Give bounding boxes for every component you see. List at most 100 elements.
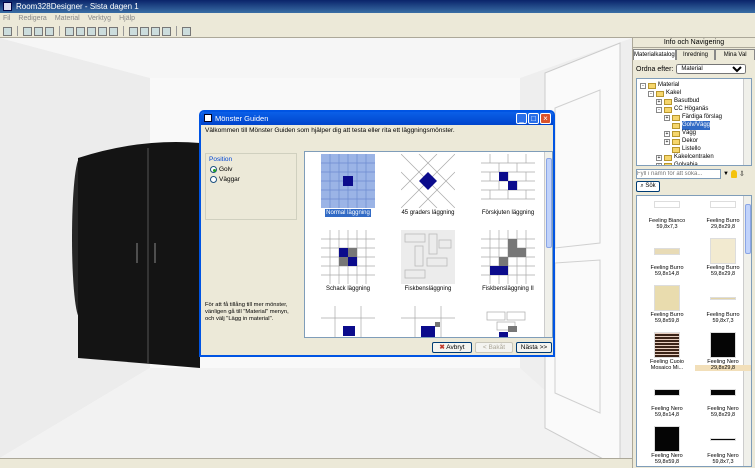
help-icon[interactable] bbox=[182, 26, 191, 36]
material-thumbnail bbox=[710, 200, 736, 208]
material-tree[interactable]: - Material - Kakel + Basutbud - CC Höganäs + Färd… bbox=[636, 78, 752, 166]
tool-icon[interactable] bbox=[34, 26, 43, 36]
toolbar bbox=[0, 25, 755, 38]
tool-icon[interactable] bbox=[45, 26, 54, 36]
back-button[interactable]: < Bakåt bbox=[475, 342, 513, 353]
expand-icon[interactable]: + bbox=[664, 114, 670, 121]
search-button[interactable]: ⌕ Sök bbox=[636, 181, 660, 192]
folder-icon bbox=[648, 82, 656, 89]
material-item[interactable]: Feeling Burro 59,8x29,8 bbox=[695, 235, 751, 283]
tool-icon[interactable] bbox=[162, 26, 171, 36]
expand-icon[interactable]: + bbox=[664, 130, 670, 137]
patterns-scroll-thumb[interactable] bbox=[546, 158, 552, 248]
cancel-x-icon: ✖ bbox=[439, 344, 445, 351]
maximize-icon[interactable]: □ bbox=[528, 113, 539, 124]
material-size: 59,8x29,8 bbox=[710, 412, 736, 418]
sort-row: Ordna efter: Material bbox=[633, 62, 755, 76]
tool-icon[interactable] bbox=[151, 26, 160, 36]
pattern-normal[interactable]: Normal läggning bbox=[313, 154, 383, 217]
menu-file[interactable]: Fil bbox=[3, 13, 10, 25]
menu-edit[interactable]: Redigera bbox=[18, 13, 46, 25]
pattern-herringbone[interactable]: Fiskbensläggning bbox=[393, 230, 463, 293]
save-icon[interactable] bbox=[3, 26, 12, 36]
material-thumbnail bbox=[654, 247, 680, 255]
pattern-45-degree[interactable]: 45 graders läggning bbox=[393, 154, 463, 217]
radio-walls[interactable]: Väggar bbox=[210, 176, 240, 183]
material-item[interactable]: Feeling Nero 59,8x14,8 bbox=[639, 376, 695, 424]
material-size: 59,8x7,3 bbox=[712, 318, 734, 324]
pattern-8[interactable] bbox=[393, 306, 463, 337]
material-thumbnail bbox=[654, 332, 680, 358]
pattern-checker-preview bbox=[321, 230, 375, 284]
material-item[interactable]: Feeling Nero 59,8x7,3 bbox=[695, 423, 751, 466]
collapse-icon[interactable]: - bbox=[640, 82, 646, 89]
material-item[interactable]: Feeling Nero 59,8x59,8 bbox=[639, 423, 695, 466]
material-size: 59,8x59,8 bbox=[654, 318, 680, 324]
arrow-icon[interactable]: ⇩ bbox=[739, 170, 745, 178]
material-item[interactable]: Feeling Nero 29,8x29,8 bbox=[695, 329, 751, 377]
material-item[interactable]: Feeling Nero 59,8x29,8 bbox=[695, 376, 751, 424]
tab-my-choices[interactable]: Mina Val bbox=[715, 49, 755, 60]
pattern-7[interactable] bbox=[313, 306, 383, 337]
pattern-herringbone-preview bbox=[401, 230, 455, 284]
tree-scrollbar[interactable] bbox=[743, 79, 751, 165]
tree-item[interactable]: + Golvabia bbox=[656, 161, 698, 165]
cancel-button[interactable]: ✖ Avbryt bbox=[432, 342, 472, 353]
search-dropdown-icon[interactable]: ▼ bbox=[723, 171, 729, 177]
tool-icon[interactable] bbox=[23, 26, 32, 36]
menu-material[interactable]: Material bbox=[55, 13, 80, 25]
tool-icon[interactable] bbox=[129, 26, 138, 36]
pattern-9[interactable] bbox=[473, 306, 543, 337]
expand-icon[interactable]: + bbox=[656, 98, 662, 105]
expand-icon[interactable]: + bbox=[656, 162, 662, 165]
radio-walls-button[interactable] bbox=[210, 176, 217, 183]
search-row: ▼ ⇩ bbox=[636, 169, 752, 179]
expand-icon[interactable]: + bbox=[656, 154, 662, 161]
pattern-offset[interactable]: Förskjuten läggning bbox=[473, 154, 543, 217]
patterns-scrollbar[interactable] bbox=[544, 152, 552, 337]
close-icon[interactable]: × bbox=[540, 113, 551, 124]
next-button[interactable]: Nästa >> bbox=[516, 342, 552, 353]
tool-icon[interactable] bbox=[109, 26, 118, 36]
material-item[interactable]: Feeling Burro 59,8x14,8 bbox=[639, 235, 695, 283]
tab-furnishing[interactable]: Inredning bbox=[675, 49, 716, 60]
search-button-row: ⌕ Sök bbox=[636, 181, 752, 193]
sort-select[interactable]: Material bbox=[676, 64, 747, 74]
menu-tools[interactable]: Verktyg bbox=[88, 13, 111, 25]
lightbulb-icon[interactable] bbox=[730, 170, 737, 178]
collapse-icon[interactable]: - bbox=[648, 90, 654, 97]
material-item[interactable]: Feeling Cuoio Mosaico Mi... bbox=[639, 329, 695, 377]
folder-icon bbox=[664, 154, 672, 161]
tool-icon[interactable] bbox=[65, 26, 74, 36]
dialog-hint: För att få tillång till mer mönster, vän… bbox=[205, 302, 289, 322]
tool-icon[interactable] bbox=[87, 26, 96, 36]
material-size: 59,8x14,8 bbox=[654, 271, 680, 277]
pattern-label: Schack läggning bbox=[325, 286, 371, 292]
material-item[interactable]: Feeling Burro 59,8x7,3 bbox=[695, 282, 751, 330]
app-title: Room328Designer - Sista dagen 1 bbox=[16, 2, 139, 11]
material-size: 29,8x29,8 bbox=[695, 365, 751, 371]
material-item[interactable]: Feeling Burro 29,8x29,8 bbox=[695, 196, 751, 236]
minimize-icon[interactable]: _ bbox=[516, 113, 527, 124]
radio-floor[interactable]: Golv bbox=[210, 166, 232, 173]
search-input[interactable] bbox=[636, 169, 721, 179]
collapse-icon[interactable]: - bbox=[656, 106, 662, 113]
pattern-label: Normal läggning bbox=[325, 209, 371, 217]
radio-floor-button[interactable] bbox=[210, 166, 217, 173]
folder-icon bbox=[672, 138, 680, 145]
tool-icon[interactable] bbox=[76, 26, 85, 36]
material-size: 59,8x59,8 bbox=[654, 459, 680, 465]
expand-icon[interactable]: + bbox=[664, 138, 670, 145]
material-item[interactable]: Feeling Burro 59,8x59,8 bbox=[639, 282, 695, 330]
tab-material-catalog[interactable]: Materialkatalog bbox=[633, 49, 676, 60]
pattern-herringbone-2[interactable]: Fiskbensläggning II bbox=[473, 230, 543, 293]
menu-help[interactable]: Hjälp bbox=[119, 13, 135, 25]
search-button-label: Sök bbox=[645, 183, 656, 189]
folder-icon bbox=[672, 130, 680, 137]
app-logo-icon bbox=[3, 2, 12, 11]
material-item[interactable]: Feeling Bianco 59,8x7,3 bbox=[639, 196, 695, 236]
tool-icon[interactable] bbox=[140, 26, 149, 36]
tool-icon[interactable] bbox=[98, 26, 107, 36]
pattern-label: Fiskbensläggning bbox=[404, 286, 452, 292]
pattern-checker[interactable]: Schack läggning bbox=[313, 230, 383, 293]
